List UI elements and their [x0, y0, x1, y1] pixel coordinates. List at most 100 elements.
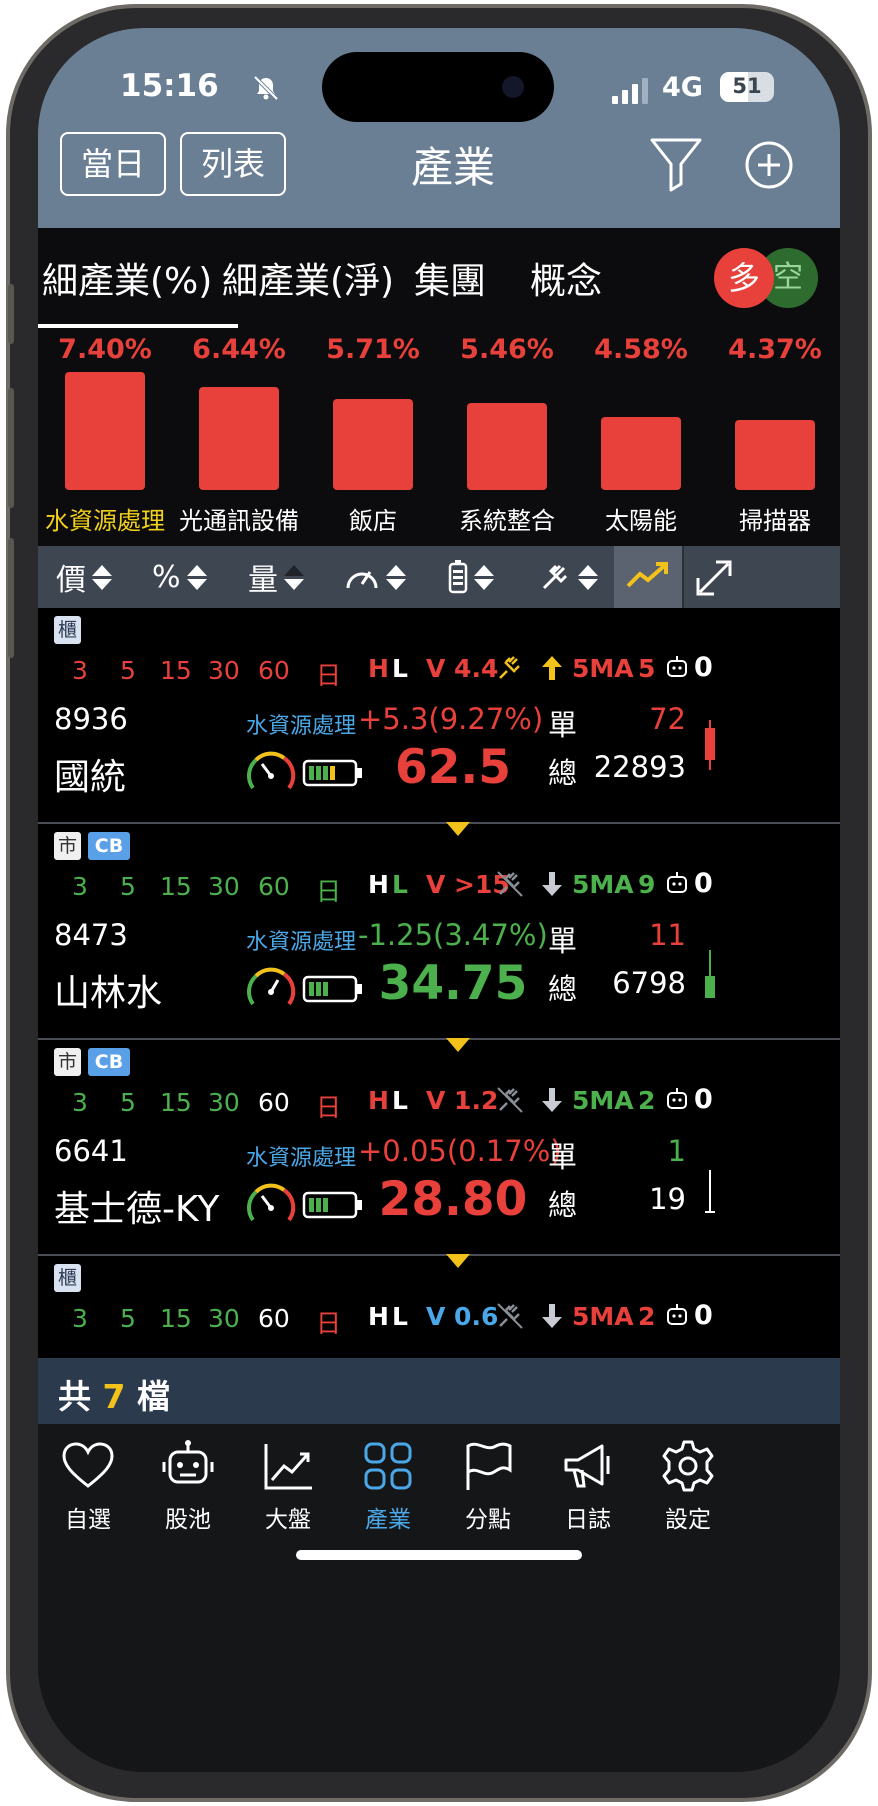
bar-category-label: 掃描器 [739, 507, 811, 535]
nav-stock-pool[interactable]: 股池 [138, 1438, 238, 1534]
speedometer-icon [247, 751, 296, 790]
nav-watchlist[interactable]: 自選 [38, 1438, 138, 1534]
period-label[interactable]: 3 [72, 1088, 88, 1117]
expand-button[interactable] [682, 546, 742, 608]
bar-category-label: 太陽能 [605, 507, 677, 535]
heart-icon [62, 1442, 114, 1488]
sort-percent-label: % [152, 559, 181, 595]
period-label[interactable]: 3 [72, 656, 88, 685]
market-badge: 櫃 [54, 1264, 82, 1292]
robot-icon [667, 872, 687, 893]
period-label[interactable]: 15 [160, 1088, 192, 1117]
volume-up-button [8, 388, 14, 508]
period-label[interactable]: 30 [208, 656, 240, 685]
industry-label[interactable]: 水資源處理 [246, 708, 356, 740]
period-label[interactable]: 30 [208, 1304, 240, 1333]
low-indicator: L [392, 654, 408, 683]
stock-row[interactable]: 市 CB 3 5 15 30 60 日 H L V >15 5MA 9 0 8473 水資源處理 -1.25(3… [38, 824, 840, 1052]
battery-vertical-icon [448, 560, 468, 594]
period-label[interactable]: 5 [120, 656, 136, 685]
robot-count: 0 [694, 1300, 713, 1331]
sort-percent[interactable]: % [152, 546, 207, 608]
volume-ratio: V 1.2 [426, 1086, 499, 1115]
sort-plug[interactable] [538, 546, 598, 608]
high-indicator: H [368, 1086, 389, 1115]
ma-label: 5MA [572, 654, 634, 683]
sort-arrows-icon [92, 564, 112, 590]
stock-price: 28.80 [378, 1172, 528, 1227]
stock-code: 8473 [54, 918, 128, 952]
nav-log[interactable]: 日誌 [538, 1438, 638, 1534]
filter-icon[interactable] [648, 134, 704, 194]
cb-badge: CB [88, 1048, 130, 1076]
nav-industry[interactable]: 產業 [338, 1438, 438, 1534]
trend-view-button[interactable] [614, 546, 682, 608]
speedometer-icon [346, 571, 378, 589]
period-label[interactable]: 5 [120, 1304, 136, 1333]
bar-value-label: 4.37% [728, 334, 822, 365]
ma-label: 5MA [572, 870, 634, 899]
stock-name: 山林水 [54, 973, 163, 1014]
nav-branch[interactable]: 分點 [438, 1438, 538, 1534]
sort-price[interactable]: 價 [56, 546, 112, 608]
bar-column[interactable]: 4.37% 掃描器 [708, 328, 840, 546]
stock-list[interactable]: 櫃 3 5 15 30 60 日 H L V 4.4 5MA 5 0 8936 水資源處理 +5.3(9.27… [38, 608, 840, 1358]
stock-row[interactable]: 市 CB 3 5 15 30 60 日 H L V 1.2 5MA 2 0 6641 水資源處理 +0.05(0… [38, 1040, 840, 1268]
period-label[interactable]: 15 [160, 656, 192, 685]
nav-market[interactable]: 大盤 [238, 1438, 338, 1534]
period-label[interactable]: 60 [258, 1304, 290, 1333]
period-label[interactable]: 日 [316, 1304, 341, 1340]
period-label[interactable]: 30 [208, 872, 240, 901]
bar [467, 403, 547, 490]
megaphone-icon [564, 1444, 610, 1488]
nav-label: 設定 [665, 1507, 711, 1533]
bar-column[interactable]: 7.40% 水資源處理 [38, 328, 172, 546]
ma-count: 9 [638, 870, 656, 899]
period-label[interactable]: 日 [316, 1088, 341, 1124]
period-label[interactable]: 5 [120, 1088, 136, 1117]
day-button[interactable]: 當日 [60, 132, 166, 196]
period-label[interactable]: 60 [258, 1088, 290, 1117]
period-label[interactable]: 日 [316, 872, 341, 908]
bar-column[interactable]: 5.71% 飯店 [306, 328, 440, 546]
bar-category-label: 光通訊設備 [179, 507, 299, 535]
bar-column[interactable]: 6.44% 光通訊設備 [172, 328, 306, 546]
bar-column[interactable]: 4.58% 太陽能 [574, 328, 708, 546]
camera-icon [502, 76, 524, 98]
tab-concept[interactable]: 概念 [530, 252, 602, 304]
tab-group[interactable]: 集團 [414, 252, 486, 304]
bar-column[interactable]: 5.46% 系統整合 [440, 328, 574, 546]
battery-level-icon [302, 975, 362, 1003]
period-label[interactable]: 日 [316, 656, 341, 692]
sort-volume[interactable]: 量 [248, 546, 304, 608]
period-label[interactable]: 30 [208, 1088, 240, 1117]
sort-arrows-icon [386, 564, 406, 590]
stock-row[interactable]: 櫃 3 5 15 30 60 日 H L V 0.6 5MA 2 0 [38, 1256, 840, 1358]
long-toggle[interactable]: 多 [714, 248, 774, 308]
nav-settings[interactable]: 設定 [638, 1438, 738, 1534]
period-label[interactable]: 15 [160, 872, 192, 901]
period-label[interactable]: 60 [258, 656, 290, 685]
app-screen: 15:16 4G 51 當日 列表 產業 細產業(%) 細產業(淨) 集團 概念… [38, 28, 840, 1772]
period-label[interactable]: 3 [72, 1304, 88, 1333]
period-label[interactable]: 5 [120, 872, 136, 901]
period-label[interactable]: 15 [160, 1304, 192, 1333]
stock-row[interactable]: 櫃 3 5 15 30 60 日 H L V 4.4 5MA 5 0 8936 水資源處理 +5.3(9.27… [38, 608, 840, 836]
period-label[interactable]: 60 [258, 872, 290, 901]
industry-label[interactable]: 水資源處理 [246, 1140, 356, 1172]
price-change: +0.05(0.17%) [358, 1134, 562, 1168]
sort-battery[interactable] [448, 546, 494, 608]
grid-icon [364, 1442, 412, 1490]
period-label[interactable]: 3 [72, 872, 88, 901]
add-icon[interactable] [744, 140, 794, 190]
tab-industry-pct[interactable]: 細產業(%) [42, 252, 212, 304]
plug-icon [497, 871, 523, 897]
ma-count: 5 [638, 654, 656, 683]
high-indicator: H [368, 654, 389, 683]
sort-gauge[interactable] [344, 546, 406, 608]
bar [735, 420, 815, 490]
tab-industry-net[interactable]: 細產業(淨) [222, 252, 394, 304]
single-volume-label: 單 [548, 1140, 578, 1174]
list-button[interactable]: 列表 [180, 132, 286, 196]
industry-label[interactable]: 水資源處理 [246, 924, 356, 956]
